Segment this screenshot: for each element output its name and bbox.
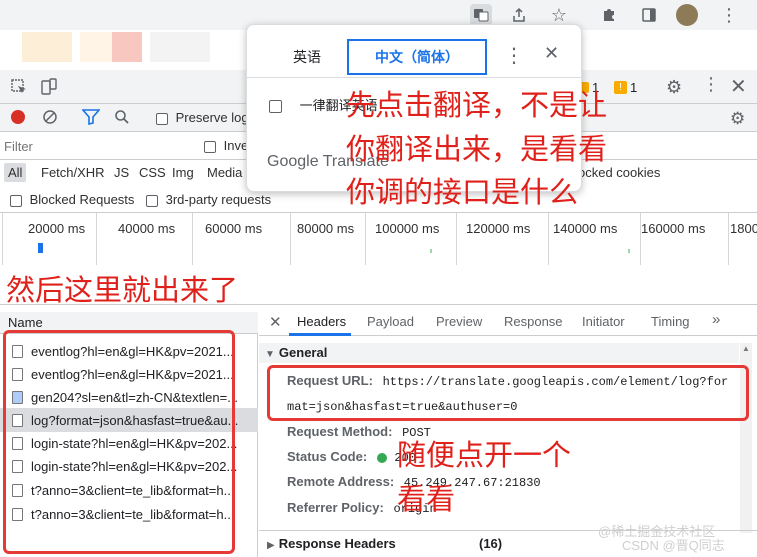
side-panel-icon[interactable]: [638, 4, 660, 26]
blurred-page-content: [22, 32, 72, 62]
annotation-box-request-list: [3, 330, 235, 554]
checkbox[interactable]: [10, 194, 22, 207]
timeline-tick-label: 1800: [730, 221, 757, 236]
annotation-note-line: 先点击翻译，不是让: [346, 88, 608, 122]
network-settings-gear-icon[interactable]: ⚙: [730, 109, 745, 129]
timeline-gridline: [365, 213, 366, 265]
extensions-puzzle-icon[interactable]: [598, 4, 620, 26]
tab-chinese-simplified[interactable]: 中文（简体）: [347, 39, 487, 75]
scroll-up-arrow-icon[interactable]: ▲: [742, 345, 750, 353]
timeline-tick-label: 160000 ms: [641, 221, 706, 236]
blocked-requests-checkbox[interactable]: Blocked Requests: [10, 192, 134, 207]
type-filter-img[interactable]: Img: [172, 165, 194, 180]
timeline-tick-label: 60000 ms: [205, 221, 263, 236]
tab-timing[interactable]: Timing: [651, 314, 690, 329]
timeline-gridline: [192, 213, 193, 265]
devtools-menu-icon[interactable]: ⋮: [702, 74, 720, 95]
annotation-note-line: 你调的接口是什么: [346, 175, 579, 209]
translate-icon[interactable]: [470, 4, 492, 26]
preserve-log-checkbox[interactable]: Preserve log: [156, 110, 249, 125]
divider: [247, 77, 583, 78]
annotation-note-line: 你翻译出来，是看看: [346, 132, 608, 166]
issue-flag-icon: !: [614, 80, 627, 94]
timeline-gridline: [548, 213, 549, 265]
chrome-menu-icon[interactable]: ⋮: [718, 4, 740, 26]
third-party-requests-checkbox[interactable]: 3rd-party requests: [146, 192, 271, 207]
checkbox[interactable]: [156, 112, 168, 125]
invert-checkbox[interactable]: Inve: [204, 138, 248, 153]
annotation-box-request-url: [267, 365, 749, 421]
filter-funnel-icon[interactable]: [81, 109, 101, 128]
tab-initiator[interactable]: Initiator: [582, 314, 625, 329]
checkbox[interactable]: [146, 194, 158, 207]
type-filter-css[interactable]: CSS: [139, 165, 166, 180]
timeline-gridline: [2, 213, 3, 265]
issues-badge[interactable]: ! 1: [614, 78, 648, 96]
filter-input[interactable]: [4, 136, 190, 156]
triangle-right-icon: ▶: [267, 540, 275, 551]
timeline-tick-label: 100000 ms: [375, 221, 440, 236]
tab-response[interactable]: Response: [504, 314, 563, 329]
timeline-tick-label: 140000 ms: [553, 221, 618, 236]
more-tabs-chevron-icon[interactable]: »: [712, 311, 720, 328]
close-popup-icon[interactable]: ✕: [544, 43, 559, 64]
timeline-request-bar: [628, 249, 630, 253]
record-icon[interactable]: [11, 110, 25, 124]
timeline-tick-label: 120000 ms: [466, 221, 531, 236]
inspect-element-icon[interactable]: [10, 78, 28, 99]
tab-preview[interactable]: Preview: [436, 314, 482, 329]
annotation-note-line: 随便点开一个: [397, 438, 572, 472]
avatar[interactable]: [676, 4, 698, 26]
active-tab-indicator: [289, 333, 351, 336]
timeline-tick-label: 20000 ms: [28, 221, 86, 236]
timeline-tick-label: 80000 ms: [297, 221, 355, 236]
checkbox[interactable]: [204, 140, 216, 153]
timeline-gridline: [290, 213, 291, 265]
request-detail-tabs: ✕ Headers Payload Preview Response Initi…: [259, 308, 757, 336]
timeline-gridline: [96, 213, 97, 265]
tab-english[interactable]: 英语: [263, 39, 351, 75]
triangle-down-icon: ▼: [265, 349, 275, 360]
device-toolbar-icon[interactable]: [40, 77, 58, 100]
tab-headers[interactable]: Headers: [297, 314, 346, 329]
watermark: CSDN @晋Q同志: [622, 538, 725, 553]
annotation-note-line: 看看: [397, 482, 456, 516]
status-ok-dot-icon: [376, 452, 387, 463]
type-filter-media[interactable]: Media: [207, 165, 242, 180]
timeline-tick-label: 40000 ms: [118, 221, 176, 236]
share-icon[interactable]: [508, 4, 530, 26]
type-filter-js[interactable]: JS: [114, 165, 129, 180]
timeline-request-bar: [38, 243, 43, 253]
annotation-note-line: 然后这里就出来了: [6, 273, 239, 307]
timeline-gridline: [456, 213, 457, 265]
bookmark-star-icon[interactable]: ☆: [548, 4, 570, 26]
checkbox[interactable]: [269, 100, 282, 114]
clear-icon[interactable]: [42, 109, 58, 128]
timeline-request-bar: [430, 249, 432, 253]
tab-payload[interactable]: Payload: [367, 314, 414, 329]
type-filter-all[interactable]: All: [4, 163, 27, 182]
blurred-page-content: [112, 32, 142, 62]
blurred-page-content: [150, 32, 210, 62]
translate-options-icon[interactable]: ⋮: [504, 43, 524, 68]
search-icon[interactable]: [114, 109, 130, 128]
close-detail-icon[interactable]: ✕: [269, 313, 282, 331]
has-blocked-cookies-label[interactable]: ocked cookies: [578, 165, 660, 180]
settings-gear-icon[interactable]: ⚙: [666, 77, 682, 98]
close-devtools-icon[interactable]: ✕: [730, 74, 747, 99]
type-filter-fetch-xhr[interactable]: Fetch/XHR: [41, 165, 105, 180]
timeline-gridline: [728, 213, 729, 265]
general-section-header[interactable]: ▼ General: [259, 343, 739, 363]
